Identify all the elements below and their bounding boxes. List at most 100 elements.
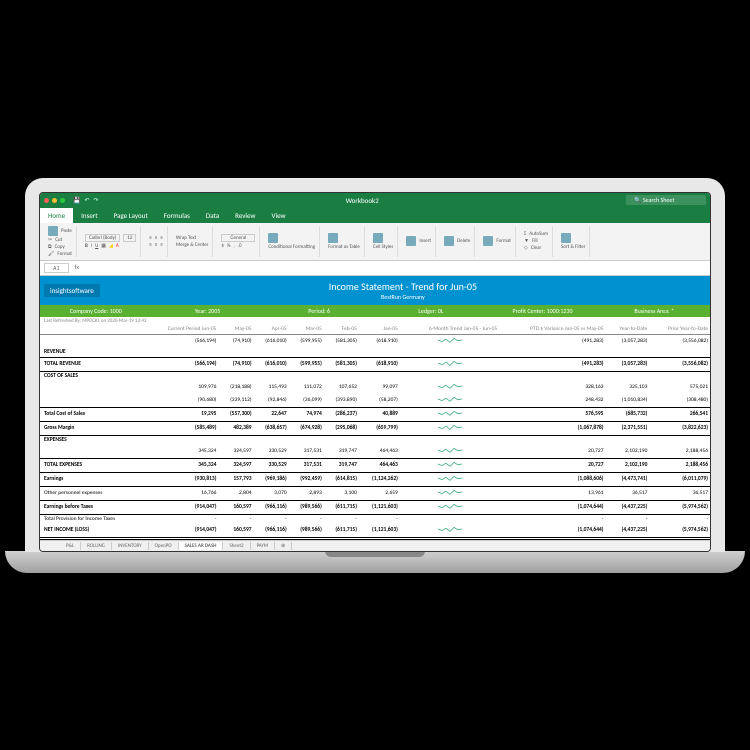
- table-row[interactable]: TOTAL REVENUE(566,194)(74,910)(616,010)(…: [40, 357, 710, 371]
- cell[interactable]: (5,974,562): [649, 500, 710, 514]
- sheet-tab[interactable]: PAYM: [251, 542, 275, 550]
- cell[interactable]: [289, 435, 324, 445]
- percent-icon[interactable]: %: [227, 243, 231, 249]
- cell[interactable]: 2,188,456: [649, 445, 710, 459]
- cell[interactable]: (638,657): [254, 421, 289, 435]
- table-row[interactable]: EXPENSES: [40, 435, 710, 445]
- cell[interactable]: [400, 334, 499, 348]
- cell[interactable]: 345,324: [146, 445, 218, 459]
- cell[interactable]: -: [289, 514, 324, 524]
- cell[interactable]: 330,529: [254, 458, 289, 472]
- cell[interactable]: (566,194): [146, 334, 218, 348]
- sheet-tab[interactable]: ROLLING: [81, 542, 112, 550]
- cell[interactable]: [324, 348, 359, 358]
- autosum-icon[interactable]: Σ: [524, 231, 526, 237]
- cell[interactable]: 248,432: [499, 394, 605, 408]
- cell[interactable]: [605, 348, 649, 358]
- table-row[interactable]: Total Cost of Sales19,295(557,300)22,647…: [40, 407, 710, 421]
- comma-icon[interactable]: ,: [234, 243, 235, 249]
- cell[interactable]: 345,324: [146, 458, 218, 472]
- cell[interactable]: [400, 357, 499, 371]
- cell[interactable]: (566,194): [146, 357, 218, 371]
- cell[interactable]: 482,389: [218, 421, 253, 435]
- underline-button[interactable]: U: [95, 243, 98, 249]
- sheet-tab[interactable]: P&L: [60, 542, 81, 550]
- ribbon-tab-formulas[interactable]: Formulas: [156, 208, 198, 223]
- cell[interactable]: 13,961: [499, 486, 605, 500]
- cell[interactable]: 319,747: [324, 458, 359, 472]
- cell[interactable]: (966,116): [254, 500, 289, 514]
- copy-icon[interactable]: ⧉: [48, 244, 52, 250]
- undo-icon[interactable]: ↶: [84, 196, 89, 204]
- cell[interactable]: 107,652: [324, 381, 359, 394]
- worksheet[interactable]: insightsoftware Income Statement - Trend…: [40, 276, 710, 540]
- cell[interactable]: (58,207): [359, 394, 400, 408]
- table-row[interactable]: REVENUE: [40, 348, 710, 358]
- cell[interactable]: 464,463: [359, 458, 400, 472]
- cell[interactable]: 16,766: [146, 486, 218, 500]
- cell[interactable]: 20,727: [499, 445, 605, 459]
- cell[interactable]: (1,088,606): [499, 472, 605, 486]
- ribbon-tab-review[interactable]: Review: [227, 208, 263, 223]
- cell[interactable]: (969,186): [254, 472, 289, 486]
- ribbon-tab-insert[interactable]: Insert: [73, 208, 105, 223]
- table-row[interactable]: 109,976(218,188)115,493111,072107,65299,…: [40, 381, 710, 394]
- cell[interactable]: [400, 514, 499, 524]
- table-row[interactable]: NET INCOME (LOSS)(914,047)160,597(966,11…: [40, 524, 710, 539]
- cell[interactable]: [218, 348, 253, 358]
- align-icon[interactable]: ≡: [160, 242, 163, 248]
- cell-styles-icon[interactable]: [373, 233, 383, 243]
- cell[interactable]: (685,732): [605, 407, 649, 421]
- cell[interactable]: [400, 486, 499, 500]
- table-row[interactable]: Total Provision for Income Taxes--------…: [40, 514, 710, 524]
- currency-icon[interactable]: $: [221, 243, 224, 249]
- table-row[interactable]: Earnings before Taxes(914,047)160,597(96…: [40, 500, 710, 514]
- cell[interactable]: (3,822,623): [649, 421, 710, 435]
- cell[interactable]: (90,680): [146, 394, 218, 408]
- cell[interactable]: [400, 435, 499, 445]
- search-input[interactable]: 🔍 Search Sheet: [626, 195, 706, 205]
- cell[interactable]: [400, 348, 499, 358]
- insert-icon[interactable]: [406, 236, 416, 246]
- ribbon-tab-page-layout[interactable]: Page Layout: [106, 208, 156, 223]
- cell[interactable]: (3,057,283): [605, 357, 649, 371]
- name-box[interactable]: A1: [44, 263, 69, 273]
- table-row[interactable]: COST OF SALES: [40, 371, 710, 381]
- maximize-icon[interactable]: [60, 198, 65, 203]
- align-icon[interactable]: ≡: [160, 235, 163, 241]
- cell[interactable]: 40,889: [359, 407, 400, 421]
- font-color-icon[interactable]: A: [116, 243, 119, 249]
- cell[interactable]: [146, 348, 218, 358]
- cell[interactable]: [649, 371, 710, 381]
- cell[interactable]: (4,437,225): [605, 524, 649, 539]
- sheet-tab[interactable]: INVENTORY: [112, 542, 149, 550]
- cell[interactable]: [359, 371, 400, 381]
- cell[interactable]: (930,813): [146, 472, 218, 486]
- cell[interactable]: (36,099): [289, 394, 324, 408]
- cell[interactable]: [400, 500, 499, 514]
- cell[interactable]: 266,541: [649, 407, 710, 421]
- cell[interactable]: (74,910): [218, 334, 253, 348]
- data-table[interactable]: Current Period Jun-05May-05Apr-05Mar-05F…: [40, 325, 710, 540]
- cell[interactable]: -: [146, 514, 218, 524]
- bold-button[interactable]: B: [85, 243, 88, 249]
- cell[interactable]: 99,097: [359, 381, 400, 394]
- cell[interactable]: [324, 371, 359, 381]
- paste-icon[interactable]: [48, 226, 58, 236]
- cell[interactable]: 325,103: [605, 381, 649, 394]
- align-icon[interactable]: ≡: [155, 235, 158, 241]
- table-row[interactable]: Other personnel expenses16,7662,8043,070…: [40, 486, 710, 500]
- cell[interactable]: (989,566): [289, 500, 324, 514]
- cell[interactable]: (1,067,878): [499, 421, 605, 435]
- cell[interactable]: 319,747: [324, 445, 359, 459]
- cell[interactable]: 2,659: [359, 486, 400, 500]
- cell[interactable]: (581,305): [324, 357, 359, 371]
- cell[interactable]: (618,910): [359, 334, 400, 348]
- cell[interactable]: [324, 435, 359, 445]
- cell[interactable]: 2,804: [218, 486, 253, 500]
- cell[interactable]: (1,074,644): [499, 524, 605, 539]
- cell[interactable]: -: [324, 514, 359, 524]
- cell[interactable]: (6,011,079): [649, 472, 710, 486]
- wrap-text-button[interactable]: Wrap Text: [176, 235, 196, 241]
- size-select[interactable]: 12: [123, 234, 136, 242]
